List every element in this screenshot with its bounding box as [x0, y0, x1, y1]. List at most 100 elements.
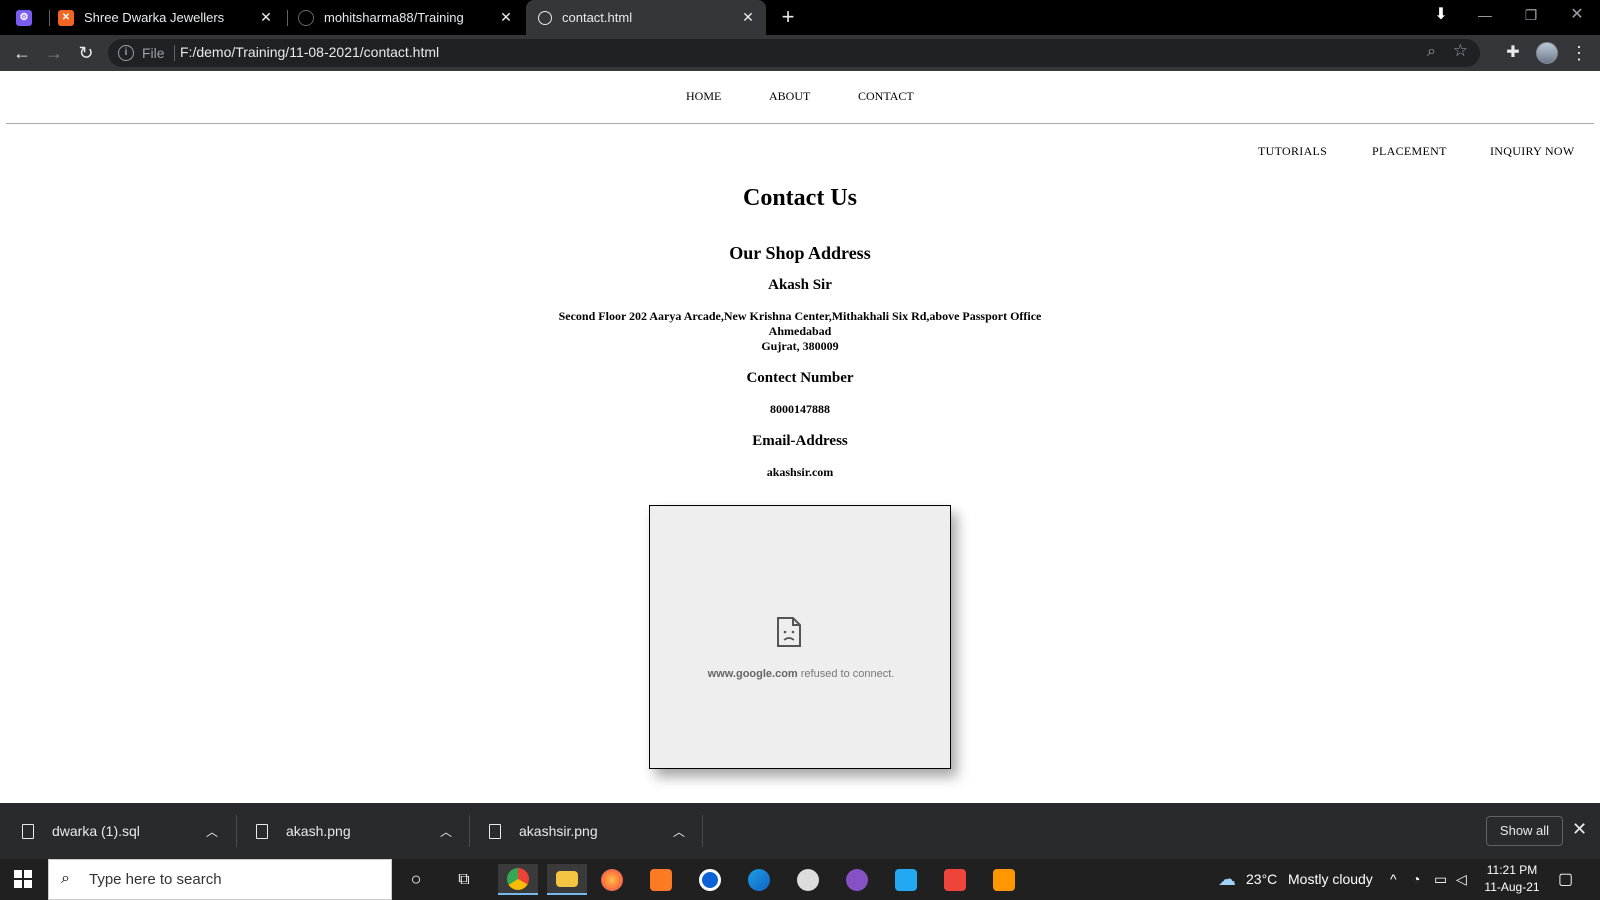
- restore-button[interactable]: ❐: [1508, 0, 1554, 35]
- task-view-icon[interactable]: ⧉: [448, 864, 480, 895]
- volume-icon[interactable]: ◁: [1456, 859, 1467, 900]
- tab-title: Shree Dwarka Jewellers: [84, 10, 225, 25]
- tab-contact-html[interactable]: contact.html ✕: [526, 0, 766, 35]
- page-viewport: HOME ABOUT CONTACT TUTORIALS PLACEMENT I…: [0, 71, 1600, 803]
- nav-about[interactable]: ABOUT: [769, 89, 810, 104]
- shop-address-heading: Our Shop Address: [729, 243, 871, 263]
- address-line-2: Ahmedabad: [768, 324, 832, 338]
- vscode-icon[interactable]: [890, 864, 922, 895]
- window-close-button[interactable]: ✕: [1554, 0, 1600, 35]
- battery-icon[interactable]: ▭: [1434, 859, 1447, 900]
- nav-inquiry-now[interactable]: INQUIRY NOW: [1490, 144, 1575, 159]
- divider: [702, 815, 703, 847]
- weather-description[interactable]: Mostly cloudy: [1288, 859, 1373, 900]
- chevron-up-icon[interactable]: ︿: [440, 823, 452, 840]
- tab-divider: [49, 10, 50, 26]
- divider: [469, 815, 470, 847]
- download-filename: akash.png: [286, 823, 351, 839]
- show-all-button[interactable]: Show all: [1486, 816, 1563, 846]
- edge-icon[interactable]: [743, 864, 775, 895]
- xampp-icon[interactable]: [645, 864, 677, 895]
- nav-contact[interactable]: CONTACT: [858, 89, 914, 104]
- file-icon: [489, 823, 501, 839]
- taskbar-search-box[interactable]: ⌕ Type here to search: [48, 859, 392, 900]
- new-tab-button[interactable]: +: [776, 6, 800, 30]
- download-item[interactable]: akash.png ︿: [256, 803, 456, 859]
- minimize-button[interactable]: —: [1462, 0, 1508, 35]
- file-icon: [256, 823, 268, 839]
- menu-kebab-icon[interactable]: ⋮: [1568, 42, 1590, 64]
- close-icon[interactable]: ✕: [498, 9, 514, 25]
- forward-button[interactable]: →: [42, 41, 66, 65]
- file-explorer-icon[interactable]: [547, 864, 587, 895]
- nav-tutorials[interactable]: TUTORIALS: [1258, 144, 1327, 159]
- github-desktop-icon[interactable]: [841, 864, 873, 895]
- address-line-3: Gujrat, 380009: [761, 339, 839, 353]
- tab-search-icon[interactable]: ⬇: [1418, 0, 1464, 35]
- iframe-error-message: www.google.com refused to connect.: [650, 668, 952, 680]
- cortana-icon[interactable]: ○: [400, 864, 432, 895]
- address-line-1: Second Floor 202 Aarya Arcade,New Krishn…: [558, 309, 1042, 323]
- tab-title: contact.html: [562, 10, 633, 25]
- tab-divider: [287, 10, 288, 26]
- taskbar-clock[interactable]: 11:21 PM 11-Aug-21: [1478, 862, 1546, 896]
- info-icon[interactable]: i: [118, 45, 134, 61]
- clock-time: 11:21 PM: [1486, 863, 1538, 877]
- paint-icon[interactable]: [792, 864, 824, 895]
- extensions-puzzle-icon[interactable]: ✚: [1502, 42, 1524, 64]
- url-scheme: File: [142, 45, 165, 61]
- iframe-error-text: refused to connect.: [800, 668, 895, 680]
- sublime-icon[interactable]: [988, 864, 1020, 895]
- weather-cloud-icon[interactable]: ☁: [1218, 859, 1236, 900]
- github-icon: [298, 9, 314, 26]
- page-title: Contact Us: [743, 185, 857, 211]
- zoom-icon[interactable]: ⌕: [1427, 43, 1436, 61]
- clock-app-icon[interactable]: [694, 864, 726, 895]
- chevron-up-icon[interactable]: ^: [1390, 859, 1397, 900]
- download-filename: dwarka (1).sql: [52, 823, 140, 839]
- iframe-host: www.google.com: [707, 668, 798, 680]
- file-icon: [22, 823, 34, 839]
- windows-taskbar: ⌕ Type here to search ○ ⧉ ☁ 23°C Mostly …: [0, 859, 1600, 900]
- chevron-up-icon[interactable]: ︿: [206, 823, 218, 840]
- back-button[interactable]: ←: [10, 41, 34, 65]
- chevron-up-icon[interactable]: ︿: [673, 823, 685, 840]
- address-bar[interactable]: i File F:/demo/Training/11-08-2021/conta…: [108, 39, 1480, 67]
- xampp-icon: ✕: [58, 9, 74, 26]
- extension-icon: ⚙: [16, 9, 32, 26]
- notification-icon[interactable]: ▢: [1558, 859, 1573, 900]
- chrome-icon[interactable]: [498, 864, 538, 895]
- network-icon[interactable]: ◔: [1412, 859, 1420, 900]
- reload-button[interactable]: ↻: [74, 41, 98, 65]
- nav-placement[interactable]: PLACEMENT: [1372, 144, 1447, 159]
- profile-avatar[interactable]: [1536, 42, 1558, 64]
- close-icon[interactable]: ✕: [740, 9, 756, 25]
- downloads-bar: dwarka (1).sql ︿ akash.png ︿ akashsir.pn…: [0, 803, 1600, 859]
- nav-divider: [6, 123, 1594, 124]
- search-icon: ⌕: [61, 870, 70, 887]
- url-text[interactable]: F:/demo/Training/11-08-2021/contact.html: [180, 44, 439, 60]
- nav-home[interactable]: HOME: [686, 89, 721, 104]
- owner-name: Akash Sir: [768, 277, 832, 293]
- map-iframe[interactable]: www.google.com refused to connect.: [649, 505, 951, 769]
- anydesk-icon[interactable]: [939, 864, 971, 895]
- bookmark-star-icon[interactable]: ☆: [1453, 41, 1468, 61]
- download-filename: akashsir.png: [519, 823, 598, 839]
- windows-start-icon[interactable]: [14, 870, 32, 888]
- tab-pinned-extension[interactable]: ⚙: [16, 0, 46, 35]
- download-item[interactable]: dwarka (1).sql ︿: [22, 803, 222, 859]
- close-icon[interactable]: ✕: [1572, 819, 1587, 840]
- tab-github-training[interactable]: mohitsharma88/Training ✕: [298, 0, 524, 35]
- email-address: akashsir.com: [766, 465, 834, 479]
- weather-temperature[interactable]: 23°C: [1246, 859, 1277, 900]
- clock-date: 11-Aug-21: [1484, 880, 1540, 894]
- search-placeholder: Type here to search: [89, 871, 222, 888]
- tab-shree-dwarka[interactable]: ✕ Shree Dwarka Jewellers ✕: [58, 0, 284, 35]
- phone-number: 8000147888: [770, 402, 830, 416]
- divider: [174, 45, 175, 61]
- divider: [236, 815, 237, 847]
- firefox-icon[interactable]: [596, 864, 628, 895]
- browser-toolbar: ← → ↻ i File F:/demo/Training/11-08-2021…: [0, 35, 1600, 71]
- download-item[interactable]: akashsir.png ︿: [489, 803, 689, 859]
- close-icon[interactable]: ✕: [258, 9, 274, 25]
